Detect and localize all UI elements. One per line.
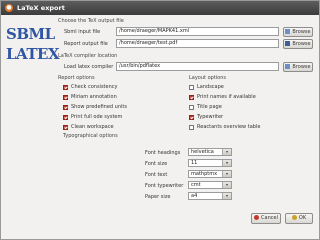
font-text-select[interactable]: mathptmx ▾ xyxy=(188,170,232,178)
font-text-label: Font text xyxy=(145,172,168,178)
dropdown-arrow-icon: ▾ xyxy=(222,193,231,199)
typewriter-label: Typewriter xyxy=(197,114,224,120)
dropdown-arrow-icon: ▾ xyxy=(222,160,231,166)
paper-size-value: a4 xyxy=(191,193,198,199)
window-title: LaTeX export xyxy=(17,4,65,12)
output-section-title: Choose the TeX output file xyxy=(58,18,124,24)
typewriter-checkbox[interactable] xyxy=(189,115,194,120)
paper-size-label: Paper size xyxy=(145,194,171,200)
cancel-icon xyxy=(254,214,260,220)
report-output-field[interactable]: /home/draeger/test.pdf xyxy=(116,39,279,48)
miriam-annotation-checkbox[interactable] xyxy=(63,95,68,100)
report-options-title: Report options xyxy=(58,75,95,81)
print-names-label: Print names if available xyxy=(197,94,256,100)
miriam-annotation-label: Miriam annotation xyxy=(71,94,117,100)
compiler-section-title: LaTeX compiler location xyxy=(58,53,118,59)
compiler-label: Load latex compiler xyxy=(64,64,114,70)
browse-report-label: Browse xyxy=(292,41,311,47)
reactants-overview-label: Reactants overview table xyxy=(197,124,261,130)
sbml-input-field[interactable]: /home/draeger/MAPK41.xml xyxy=(116,27,279,36)
full-ode-checkbox[interactable] xyxy=(63,115,68,120)
app-icon: ● xyxy=(5,4,13,12)
print-names-checkbox[interactable] xyxy=(189,95,194,100)
sbml2latex-logo: SBML LATEX xyxy=(6,21,60,77)
ok-button[interactable]: OK xyxy=(285,213,313,224)
dropdown-arrow-icon: ▾ xyxy=(222,171,231,177)
title-bar: ● LaTeX export xyxy=(1,1,319,15)
font-typewriter-select[interactable]: cmt ▾ xyxy=(188,181,232,189)
font-text-value: mathptmx xyxy=(191,171,218,177)
browse-compiler-label: Browse xyxy=(292,64,311,70)
landscape-checkbox[interactable] xyxy=(189,85,194,90)
clean-workspace-checkbox[interactable] xyxy=(63,125,68,130)
dropdown-arrow-icon: ▾ xyxy=(222,149,231,155)
font-size-select[interactable]: 11 ▾ xyxy=(188,159,232,167)
reactants-overview-checkbox[interactable] xyxy=(189,125,194,130)
font-typewriter-value: cmt xyxy=(191,182,201,188)
landscape-label: Landscape xyxy=(197,84,224,90)
predefined-units-label: Show predefined units xyxy=(71,104,127,110)
title-page-checkbox[interactable] xyxy=(189,105,194,110)
save-icon xyxy=(285,40,291,46)
dropdown-arrow-icon: ▾ xyxy=(222,182,231,188)
logo-line-2: LATEX xyxy=(6,45,60,63)
font-headings-label: Font headings xyxy=(145,150,181,156)
report-output-label: Report output file xyxy=(64,41,108,47)
check-icon xyxy=(291,214,297,220)
folder-icon xyxy=(285,28,291,34)
font-size-label: Font size xyxy=(145,161,168,167)
font-typewriter-label: Font typewriter xyxy=(145,183,184,189)
title-page-label: Title page xyxy=(197,104,222,110)
paper-size-select[interactable]: a4 ▾ xyxy=(188,192,232,200)
typographical-options-title: Typographical options xyxy=(63,133,118,139)
latex-export-dialog: ● LaTeX export SBML LATEX Choose the TeX… xyxy=(0,0,320,240)
font-size-value: 11 xyxy=(191,160,198,166)
browse-sbml-button[interactable]: Browse xyxy=(283,27,313,37)
folder-icon xyxy=(285,63,291,69)
browse-sbml-label: Browse xyxy=(292,29,311,35)
font-headings-select[interactable]: helvetica ▾ xyxy=(188,148,232,156)
predefined-units-checkbox[interactable] xyxy=(63,105,68,110)
clean-workspace-label: Clean workspace xyxy=(71,124,114,130)
check-consistency-label: Check consistency xyxy=(71,84,118,90)
browse-report-button[interactable]: Browse xyxy=(283,39,313,49)
check-consistency-checkbox[interactable] xyxy=(63,85,68,90)
sbml-input-label: Sbml input file xyxy=(64,29,101,35)
layout-options-title: Layout options xyxy=(189,75,227,81)
cancel-button[interactable]: Cancel xyxy=(251,213,281,224)
browse-compiler-button[interactable]: Browse xyxy=(283,62,313,72)
ok-label: OK xyxy=(298,215,307,221)
full-ode-label: Print full ode system xyxy=(71,114,123,120)
logo-line-1: SBML xyxy=(6,25,55,43)
font-headings-value: helvetica xyxy=(191,149,214,155)
cancel-label: Cancel xyxy=(261,215,278,221)
compiler-path-field[interactable]: /usr/bin/pdflatex xyxy=(116,62,279,71)
